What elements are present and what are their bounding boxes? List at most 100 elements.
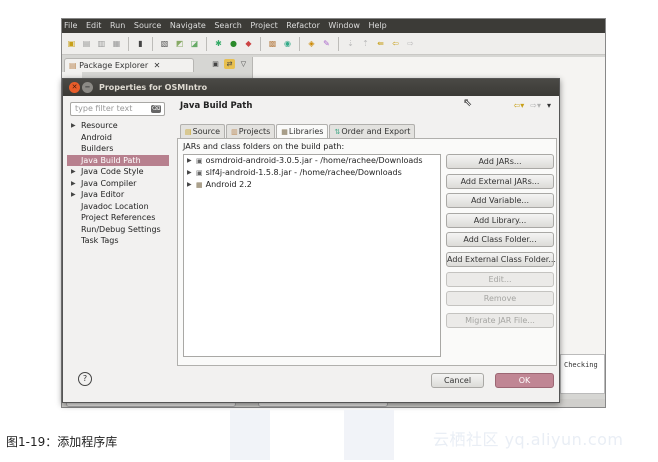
nav-item-label: Javadoc Location [81,201,149,211]
open-type-icon[interactable]: ◈ [306,38,317,49]
tab-libraries[interactable]: ▦Libraries [276,124,329,139]
migrate-jar-button[interactable]: Migrate JAR File... [446,313,554,328]
nav-item[interactable]: ▶ Java Code Style [67,166,169,178]
new-icon[interactable]: ▣ [66,38,77,49]
menu-run[interactable]: Run [110,21,125,30]
expand-arrow-icon[interactable]: ▶ [71,166,76,178]
add-class-folder-button[interactable]: Add Class Folder... [446,232,554,247]
debug-icon[interactable]: ✱ [213,38,224,49]
libraries-panel: JARs and class folders on the build path… [177,138,557,366]
nav-item[interactable]: ▶ Java Editor [67,189,169,201]
menu-edit[interactable]: Edit [86,21,102,30]
cancel-button[interactable]: Cancel [431,373,484,388]
tab-order-and-export[interactable]: ⇅Order and Export [329,124,416,138]
external-tools-icon[interactable]: ◆ [243,38,254,49]
menu-file[interactable]: File [64,21,77,30]
search-icon[interactable]: ✎ [321,38,332,49]
nav-item-label: Java Code Style [81,167,144,176]
nav-item[interactable]: Project References [67,212,169,224]
tab-projects[interactable]: ▥Projects [226,124,276,138]
ok-button[interactable]: OK [495,373,554,388]
back-arrow-icon[interactable]: ⇦▾ [514,101,525,110]
list-item[interactable]: ▶ ▣ slf4j-android-1.5.8.jar - /home/rache… [184,167,440,179]
package-explorer-tab[interactable]: ▤ Package Explorer ✕ [64,58,194,72]
expand-arrow-icon[interactable]: ▶ [187,155,192,167]
jar-list-label: JARs and class folders on the build path… [183,142,345,151]
forward-icon[interactable]: ⇨ [405,38,416,49]
add-external-class-folder-button[interactable]: Add External Class Folder... [446,251,556,267]
nav-item[interactable]: Task Tags [67,235,169,247]
last-edit-icon[interactable]: ⇚ [375,38,386,49]
android-sdk-icon[interactable]: ▮ [135,38,146,49]
tab-source[interactable]: ▤Source [180,124,226,138]
nav-item[interactable]: ▶ Resource [67,120,169,132]
edit-button[interactable]: Edit... [446,271,554,287]
expand-arrow-icon[interactable]: ▶ [71,189,76,201]
expand-arrow-icon[interactable]: ▶ [187,167,192,179]
add-jars-button[interactable]: Add JARs... [446,154,554,169]
list-item[interactable]: ▶ ▣ osmdroid-android-3.0.5.jar - /home/ra… [184,155,440,167]
expand-arrow-icon[interactable]: ▶ [187,179,192,191]
forward-arrow-icon[interactable]: ⇨▾ [530,101,541,110]
menu-navigate[interactable]: Navigate [170,21,206,30]
library-list[interactable]: ▶ ▣ osmdroid-android-3.0.5.jar - /home/ra… [183,154,441,357]
help-button[interactable]: ? [78,372,92,386]
print-icon[interactable]: ▦ [111,38,122,49]
menu-search[interactable]: Search [214,21,241,30]
jar-icon: ▣ [196,169,203,177]
console-text: Checking [564,361,598,369]
add-variable-button[interactable]: Add Variable... [446,193,554,208]
watermark-band [344,410,394,460]
filter-input[interactable]: type filter text ⌫ [70,102,165,116]
close-tab-icon[interactable]: ✕ [154,61,161,70]
prev-annotation-icon[interactable]: ⇡ [360,38,371,49]
expand-arrow-icon[interactable]: ▶ [71,178,76,190]
new-java-package-icon[interactable]: ▩ [267,38,278,49]
nav-item[interactable]: ▶ Java Compiler [67,178,169,190]
link-editor-icon[interactable]: ⇄ [224,59,235,69]
nav-item[interactable]: Java Build Path [67,154,169,166]
nav-item[interactable]: Android [67,132,169,144]
order-icon: ⇅ [334,128,341,136]
list-item[interactable]: ▶ ▦ Android 2.2 [184,179,440,191]
lint-icon[interactable]: ◩ [174,38,185,49]
filter-placeholder: type filter text [75,104,133,113]
package-explorer-icon: ▤ [69,61,77,70]
close-icon[interactable]: ✕ [69,82,80,93]
avd-manager-icon[interactable]: ▧ [159,38,170,49]
toolbar-separator [338,36,339,51]
menu-help[interactable]: Help [369,21,387,30]
next-annotation-icon[interactable]: ⇣ [345,38,356,49]
nav-item[interactable]: Run/Debug Settings [67,224,169,236]
page-menu-icon[interactable]: ▾ [547,101,551,110]
project-icon: ▥ [231,128,238,136]
new-class-icon[interactable]: ◉ [282,38,293,49]
expand-arrow-icon[interactable]: ▶ [71,120,76,132]
toolbar-separator [128,36,129,51]
add-library-button[interactable]: Add Library... [446,212,554,228]
menu-window[interactable]: Window [328,21,360,30]
collapse-all-icon[interactable]: ▣ [210,59,221,69]
menu-refactor[interactable]: Refactor [286,21,320,30]
library-container-icon: ▦ [196,181,203,189]
minimize-icon[interactable]: − [82,82,93,93]
add-external-jars-button[interactable]: Add External JARs... [446,173,554,189]
nav-item[interactable]: Builders [67,143,169,155]
back-icon[interactable]: ⇦ [390,38,401,49]
nav-item[interactable]: Javadoc Location [67,201,169,213]
run-icon[interactable]: ● [228,38,239,49]
nav-item-label: Java Compiler [81,178,137,188]
clear-filter-icon[interactable]: ⌫ [151,105,161,113]
properties-nav-tree: ▶ Resource Android Builders Java Build Path ▶… [67,120,169,247]
android-xml-icon[interactable]: ◪ [189,38,200,49]
view-menu-icon[interactable]: ▽ [238,59,249,69]
remove-button[interactable]: Remove [446,291,554,306]
page-history-nav: ⇦▾ ⇨▾ ▾ [514,101,551,110]
nav-item-label: Android [81,132,112,142]
mouse-pointer-icon: ⇖ [463,96,473,109]
save-all-icon[interactable]: ▥ [96,38,107,49]
dialog-title-bar[interactable]: ✕ − Properties for OSMIntro [63,79,559,96]
save-icon[interactable]: ▤ [81,38,92,49]
menu-project[interactable]: Project [250,21,277,30]
menu-source[interactable]: Source [134,21,161,30]
